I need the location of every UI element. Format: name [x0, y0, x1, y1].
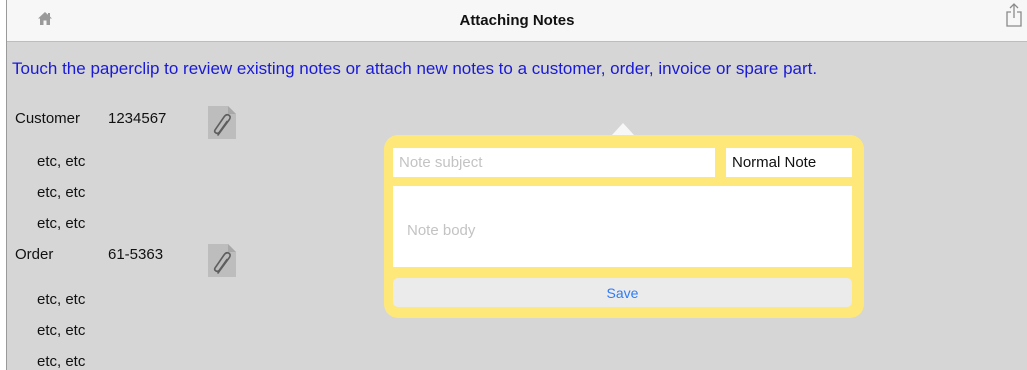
customer-label: Customer — [15, 110, 81, 127]
order-detail: etc, etc — [37, 291, 86, 308]
customer-detail: etc, etc — [37, 184, 86, 201]
navigation-bar: Attaching Notes — [7, 0, 1027, 42]
note-subject-input[interactable] — [393, 148, 715, 177]
order-number: 61-5363 — [108, 246, 164, 263]
paperclip-icon[interactable] — [206, 105, 240, 141]
order-detail: etc, etc — [37, 322, 86, 339]
instructions-text: Touch the paperclip to review existing n… — [12, 59, 818, 78]
popover-arrow — [612, 123, 634, 135]
order-label: Order — [15, 246, 54, 263]
order-detail: etc, etc — [37, 353, 86, 370]
customer-detail: etc, etc — [37, 153, 86, 170]
note-body-input[interactable] — [393, 186, 852, 267]
note-popover: Normal Note Save — [384, 135, 864, 318]
note-type-selector[interactable]: Normal Note — [726, 148, 852, 177]
save-button[interactable]: Save — [393, 278, 852, 307]
customer-number: 1234567 — [108, 110, 167, 127]
customer-detail: etc, etc — [37, 215, 86, 232]
share-icon[interactable] — [1005, 2, 1023, 28]
app-window: Attaching Notes Touch the paperclip to r… — [6, 0, 1027, 370]
paperclip-icon[interactable] — [206, 243, 240, 279]
page-title: Attaching Notes — [459, 12, 575, 29]
